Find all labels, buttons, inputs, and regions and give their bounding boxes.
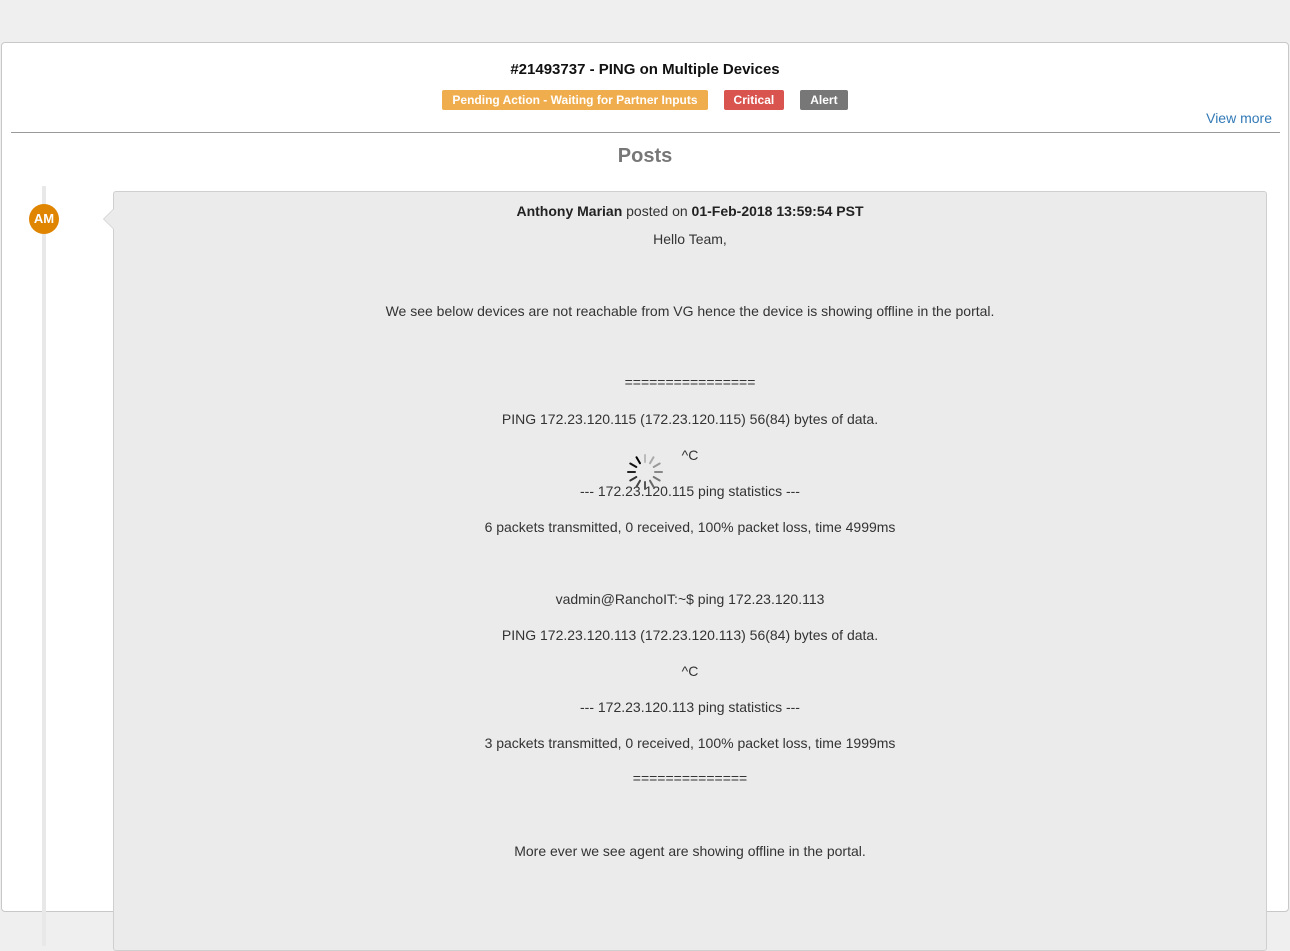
post-line: Hello Team, (653, 231, 727, 247)
post-line: ================ (624, 374, 756, 390)
posted-on-label: posted on (622, 203, 692, 219)
header-divider (11, 132, 1280, 133)
post-line: 3 packets transmitted, 0 received, 100% … (484, 735, 896, 751)
post-line: ^C (681, 663, 699, 679)
post-line: PING 172.23.120.115 (172.23.120.115) 56(… (501, 411, 879, 427)
posts-heading: Posts (617, 145, 673, 167)
post-author: Anthony Marian (516, 203, 623, 219)
post-pointer (103, 208, 114, 230)
post-line: ^C (681, 447, 699, 463)
post-line: More ever we see agent are showing offli… (514, 843, 866, 859)
post-header: Anthony Marian posted on 01-Feb-2018 13:… (114, 203, 1266, 219)
post-line: 6 packets transmitted, 0 received, 100% … (484, 519, 896, 535)
post-line: PING 172.23.120.113 (172.23.120.113) 56(… (501, 627, 879, 643)
ticket-badges: Pending Action - Waiting for Partner Inp… (2, 90, 1288, 110)
ticket-title: #21493737 - PING on Multiple Devices (510, 61, 780, 78)
post-card: Anthony Marian posted on 01-Feb-2018 13:… (103, 191, 1267, 951)
post-line: --- 172.23.120.113 ping statistics --- (580, 699, 800, 715)
post-line: vadmin@RanchoIT:~$ ping 172.23.120.113 (555, 591, 825, 607)
avatar: AM (29, 204, 59, 234)
post-line: --- 172.23.120.115 ping statistics --- (580, 483, 800, 499)
timeline-line (42, 186, 46, 946)
type-badge: Alert (800, 90, 848, 110)
priority-badge: Critical (723, 90, 785, 110)
post-line: ============== (632, 770, 748, 786)
post-line: We see below devices are not reachable f… (385, 303, 995, 319)
view-more-link[interactable]: View more (1206, 110, 1272, 126)
post-timestamp: 01-Feb-2018 13:59:54 PST (691, 203, 864, 219)
loading-spinner-icon (627, 454, 663, 490)
status-badge: Pending Action - Waiting for Partner Inp… (442, 90, 708, 110)
